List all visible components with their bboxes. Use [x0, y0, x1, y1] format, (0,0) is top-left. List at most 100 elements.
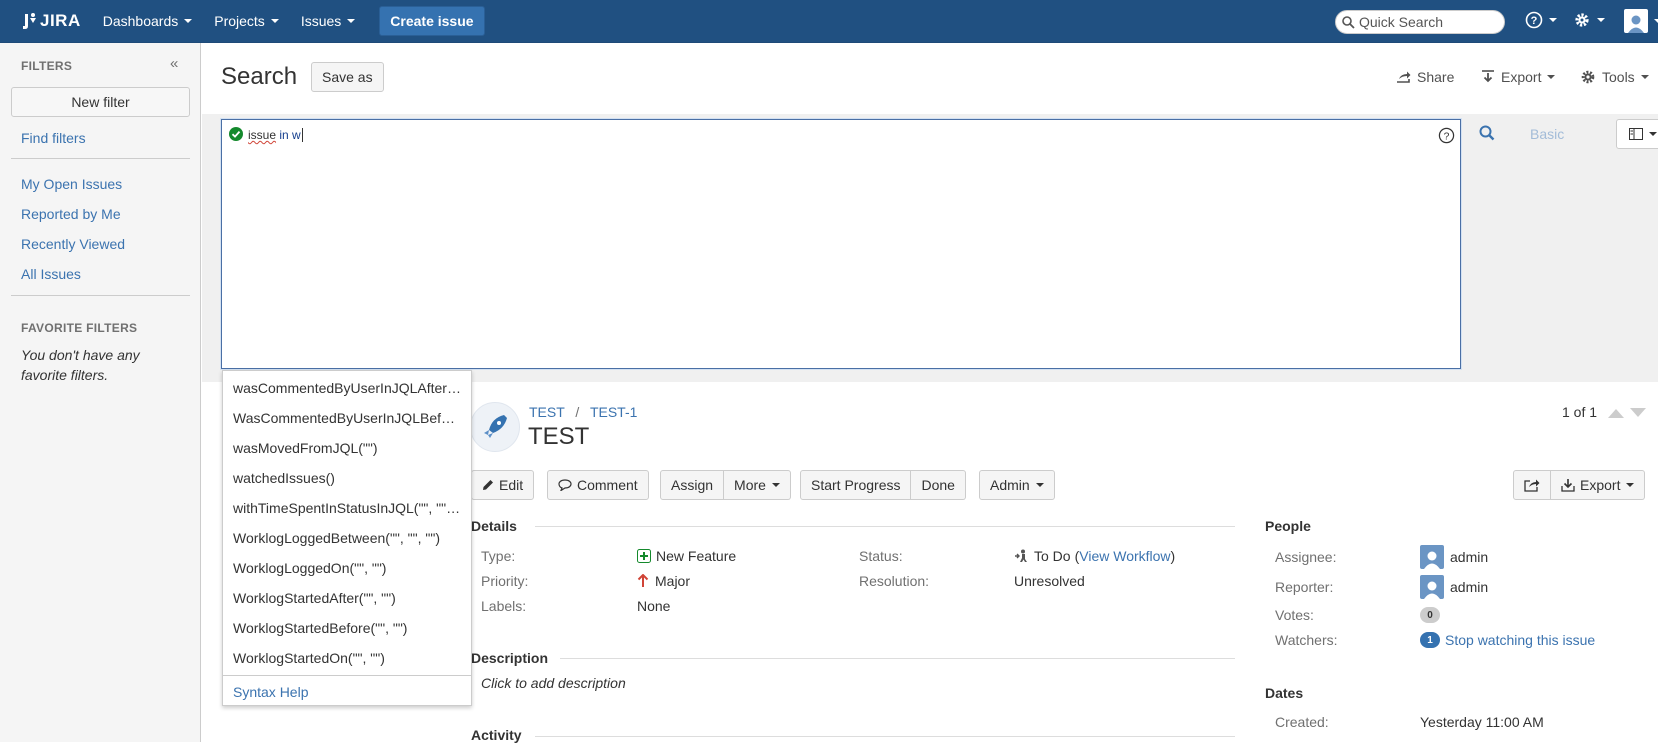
type-label: Type: — [481, 548, 516, 564]
export-label: Export — [1580, 477, 1621, 493]
user-avatar-icon — [1420, 575, 1444, 599]
jira-logo[interactable]: JIRA — [22, 11, 81, 31]
suggestion-item[interactable]: withTimeSpentInStatusInJQL("", "", "") — [233, 500, 461, 516]
comment-label: Comment — [577, 477, 638, 493]
jql-field-token: issue — [248, 128, 277, 142]
share-export-group: Export — [1513, 470, 1646, 500]
chevron-down-icon — [1626, 483, 1635, 487]
admin-group: Admin — [979, 470, 1055, 500]
text-cursor — [301, 128, 303, 142]
breadcrumb-issue-key[interactable]: TEST-1 — [590, 404, 637, 420]
sidebar-item-reported-by-me[interactable]: Reported by Me — [21, 206, 121, 222]
suggestion-item[interactable]: WorklogLoggedBetween("", "", "") — [233, 530, 461, 546]
chevron-down-icon — [1654, 19, 1658, 23]
more-label: More — [734, 477, 766, 493]
breadcrumb-project[interactable]: TEST — [529, 404, 565, 420]
more-button[interactable]: More — [724, 470, 791, 500]
reporter-label: Reporter: — [1275, 579, 1334, 595]
tools-menu[interactable]: Tools — [1580, 69, 1649, 85]
section-divider — [560, 658, 1235, 659]
people-heading: People — [1265, 518, 1311, 534]
nav-dashboards-label: Dashboards — [102, 13, 179, 29]
edit-button[interactable]: Edit — [471, 470, 535, 500]
breadcrumb: TEST / TEST-1 — [529, 404, 637, 420]
view-workflow-link[interactable]: View Workflow — [1079, 548, 1170, 564]
next-issue-icon[interactable] — [1630, 408, 1646, 418]
quick-search[interactable] — [1335, 10, 1505, 34]
issue-summary[interactable]: TEST — [528, 423, 589, 451]
edit-label: Edit — [499, 477, 524, 493]
suggestion-item[interactable]: WorklogLoggedOn("", "") — [233, 560, 461, 576]
stop-watching-link[interactable]: Stop watching this issue — [1445, 632, 1595, 648]
help-menu[interactable]: ? — [1525, 11, 1557, 29]
new-filter-button[interactable]: New filter — [11, 87, 190, 117]
sidebar-item-all-issues[interactable]: All Issues — [21, 266, 81, 282]
save-as-button[interactable]: Save as — [311, 62, 384, 92]
chevron-down-icon — [184, 19, 193, 23]
basic-mode-link[interactable]: Basic — [1530, 126, 1564, 142]
new-feature-icon — [637, 549, 651, 563]
suggestion-item[interactable]: WorklogStartedAfter("", "") — [233, 590, 461, 606]
reporter-value[interactable]: admin — [1420, 575, 1488, 599]
share-button[interactable]: Share — [1395, 69, 1454, 85]
workflow-group: Start Progress Done — [800, 470, 966, 500]
priority-major-icon — [637, 574, 649, 587]
status-text: To Do — [1034, 548, 1071, 564]
section-divider — [535, 526, 1235, 527]
suggestion-item[interactable]: watchedIssues() — [233, 470, 461, 486]
search-icon — [1342, 15, 1355, 29]
assignee-value[interactable]: admin — [1420, 545, 1488, 569]
start-progress-button[interactable]: Start Progress — [800, 470, 912, 500]
sidebar-item-my-open-issues[interactable]: My Open Issues — [21, 176, 122, 192]
syntax-help-link[interactable]: Syntax Help — [233, 684, 308, 700]
chevron-down-icon — [1597, 18, 1605, 22]
edit-group: Edit — [471, 470, 535, 500]
jql-query-text[interactable]: issue in w — [248, 128, 303, 142]
gear-icon — [1581, 70, 1595, 84]
jql-editor[interactable]: issue in w ? — [221, 119, 1461, 369]
suggestion-item[interactable]: wasMovedFromJQL("") — [233, 440, 461, 456]
description-placeholder[interactable]: Click to add description — [481, 675, 626, 691]
nav-issues-label: Issues — [300, 13, 342, 29]
collapse-sidebar-icon[interactable]: « — [170, 55, 178, 72]
votes-value[interactable]: 0 — [1420, 607, 1440, 623]
watchers-label: Watchers: — [1275, 632, 1338, 648]
search-icon[interactable] — [1479, 125, 1495, 141]
labels-value[interactable]: None — [637, 598, 670, 614]
done-button[interactable]: Done — [911, 470, 966, 500]
create-issue-button[interactable]: Create issue — [379, 6, 485, 36]
share-issue-button[interactable] — [1513, 470, 1551, 500]
export-issue-button[interactable]: Export — [1551, 470, 1646, 500]
chevron-down-icon — [270, 19, 279, 23]
jql-help-icon[interactable]: ? — [1438, 127, 1455, 144]
nav-dashboards[interactable]: Dashboards — [103, 13, 193, 29]
quick-search-input[interactable] — [1359, 14, 1489, 30]
layout-switcher[interactable] — [1616, 119, 1658, 149]
suggestion-item[interactable]: wasCommentedByUserInJQLAfter("", "") — [233, 380, 461, 396]
user-menu[interactable] — [1624, 9, 1658, 33]
settings-menu[interactable] — [1573, 11, 1605, 29]
nav-projects[interactable]: Projects — [214, 13, 279, 29]
favorite-filters-heading: FAVORITE FILTERS — [21, 321, 138, 335]
export-menu[interactable]: Export — [1481, 69, 1556, 85]
assign-button[interactable]: Assign — [660, 470, 725, 500]
sidebar-item-recently-viewed[interactable]: Recently Viewed — [21, 236, 125, 252]
export-label: Export — [1501, 69, 1542, 85]
nav-issues[interactable]: Issues — [300, 13, 356, 29]
watchers-value: 1 Stop watching this issue — [1420, 632, 1595, 648]
jql-autocomplete: wasCommentedByUserInJQLAfter("", "") Was… — [222, 370, 472, 706]
resolution-label: Resolution: — [859, 573, 930, 589]
suggestion-item[interactable]: WorklogStartedOn("", "") — [233, 650, 461, 666]
comment-button[interactable]: Comment — [547, 470, 649, 500]
find-filters-link[interactable]: Find filters — [21, 130, 86, 146]
priority-label: Priority: — [481, 573, 529, 589]
share-label: Share — [1417, 69, 1455, 85]
chevron-down-icon — [347, 19, 356, 23]
suggestion-item[interactable]: WasCommentedByUserInJQLBefore("", "") — [233, 410, 461, 426]
watchers-badge[interactable]: 1 — [1420, 632, 1440, 648]
previous-issue-icon[interactable] — [1608, 408, 1624, 418]
chevron-down-icon — [1640, 75, 1649, 79]
admin-button[interactable]: Admin — [979, 470, 1055, 500]
user-avatar-icon — [1420, 545, 1444, 569]
suggestion-item[interactable]: WorklogStartedBefore("", "") — [233, 620, 461, 636]
